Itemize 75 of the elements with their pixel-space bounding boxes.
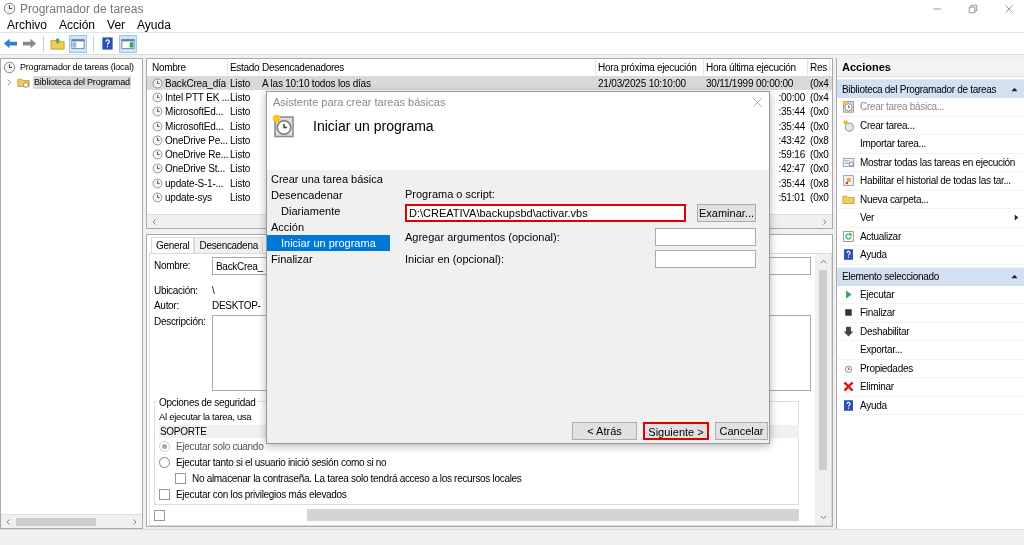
action-label: Crear tarea...: [860, 118, 916, 133]
table-cell: :00:00: [778, 90, 805, 104]
table-cell: Listo: [230, 133, 251, 147]
table-cell: (0x4: [810, 90, 829, 104]
action-label: Deshabilitar: [860, 324, 911, 339]
table-cell: (0x8: [810, 176, 829, 190]
table-cell: OneDrive St...: [165, 162, 225, 176]
action-label: Ayuda: [860, 398, 888, 413]
option-label: No almacenar la contraseña. La tarea solo tendrá acceso a los recursos locales: [192, 471, 522, 486]
action-label: Nueva carpeta...: [860, 192, 930, 207]
table-cell: (0x8: [810, 133, 829, 147]
table-cell: Listo: [230, 148, 251, 162]
table-cell: :35:44: [778, 119, 805, 133]
table-cell: MicrosoftEd...: [165, 119, 224, 133]
dialog-heading: Iniciar un programa: [313, 116, 434, 136]
table-cell: (0x0: [810, 105, 829, 119]
table-cell: Listo: [230, 176, 251, 190]
action-label: Importar tarea...: [860, 137, 928, 152]
table-cell: update-S-1-...: [165, 176, 224, 190]
table-cell: Listo: [230, 119, 251, 133]
action-label: Habilitar el historial de todas las tar...: [860, 174, 1012, 189]
option-label: Ejecutar con los privilegios más elevados: [176, 487, 347, 502]
table-cell: OneDrive Re...: [165, 148, 229, 162]
option-label: Ejecutar tanto si el usuario inició sesión como si no: [176, 455, 387, 470]
table-cell: A las 10:10 todos los días: [262, 76, 371, 90]
dialog-title: Asistente para crear tareas básicas: [273, 94, 447, 110]
field-label: Ubicación:: [154, 283, 199, 298]
table-cell: :35:44: [778, 105, 805, 119]
table-cell: (0x0: [810, 162, 829, 176]
table-cell: 21/03/2025 10:10:00: [598, 76, 686, 90]
field-value: \: [212, 284, 215, 298]
window-title: Programador de tareas: [20, 0, 144, 18]
table-cell: (0x0: [810, 191, 829, 204]
table-cell: (0x4: [810, 76, 829, 90]
action-label: Eliminar: [860, 380, 895, 395]
action-label: Crear tarea básica...: [860, 100, 946, 115]
security-prompt: Al ejecutar la tarea, usa: [159, 410, 253, 425]
section-title: Biblioteca del Programador de tareas: [842, 82, 998, 97]
option-label: Ejecutar solo cuando: [176, 439, 264, 454]
action-label: Ejecutar: [860, 287, 896, 302]
section-title: Elemento seleccionado: [842, 270, 941, 284]
table-cell: Listo: [230, 191, 251, 204]
field-label: Autor:: [154, 298, 180, 313]
action-label: Mostrar todas las tareas en ejecución: [860, 155, 1017, 170]
table-cell: update-sys: [165, 191, 212, 204]
table-cell: (0x0: [810, 119, 829, 133]
field-label: Iniciar en (opcional):: [405, 251, 506, 267]
table-cell: Listo: [230, 105, 251, 119]
table-cell: (0x0: [810, 148, 829, 162]
field-label: Programa o script:: [405, 187, 496, 201]
table-cell: :59:16: [778, 148, 805, 162]
action-label: Finalizar: [860, 306, 897, 321]
table-cell: Intel PTT EK ...: [165, 90, 230, 104]
action-label: Ver: [860, 211, 876, 226]
action-label: Propiedades: [860, 361, 914, 376]
field-value: DESKTOP-: [212, 299, 261, 313]
table-cell: BackCrea_día: [165, 76, 226, 90]
table-cell: Listo: [230, 162, 251, 176]
table-cell: OneDrive Pe...: [165, 133, 228, 147]
table-cell: :35:44: [778, 176, 805, 190]
table-cell: :42:47: [778, 162, 805, 176]
action-label: Exportar...: [860, 343, 904, 358]
action-label: Actualizar: [860, 229, 902, 244]
table-cell: 30/11/1999 00:00:00: [706, 76, 794, 90]
pane-title: Acciones: [837, 58, 1024, 77]
table-cell: Listo: [230, 90, 251, 104]
table-cell: Listo: [230, 76, 251, 90]
table-cell: :43:42: [778, 133, 805, 147]
table-cell: MicrosoftEd...: [165, 105, 224, 119]
group-title: Opciones de seguridad: [157, 395, 258, 410]
field-label: Agregar argumentos (opcional):: [405, 229, 561, 245]
field-label: Nombre:: [154, 259, 192, 273]
table-cell: :51:01: [778, 191, 805, 204]
action-label: Ayuda: [860, 248, 888, 263]
field-label: Descripción:: [154, 315, 207, 329]
